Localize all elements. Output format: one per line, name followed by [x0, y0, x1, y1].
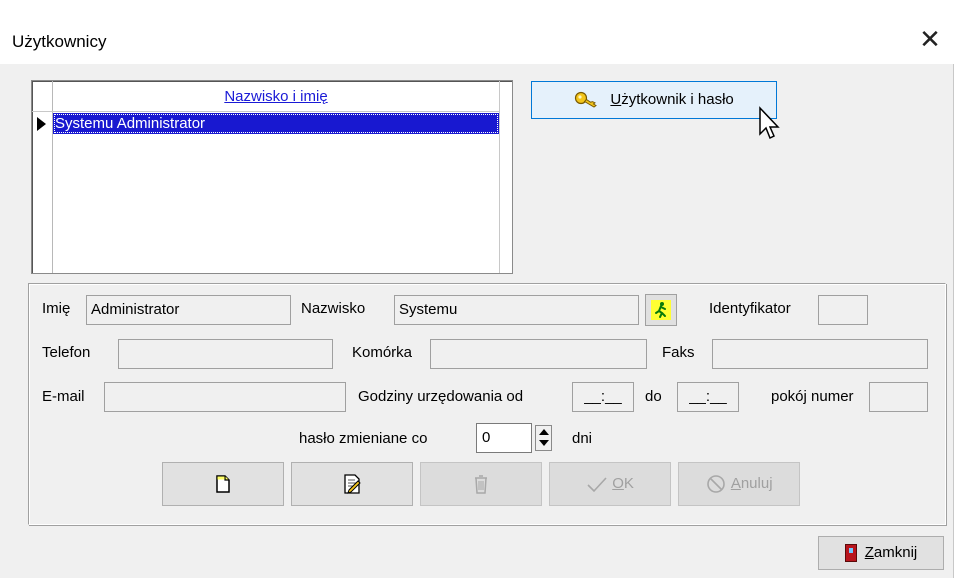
office-hours-to-field[interactable]: __:__ — [677, 382, 739, 412]
email-label: E-mail — [42, 388, 85, 405]
mobile-label: Komórka — [352, 344, 413, 361]
column-header-name[interactable]: Nazwisko i imię — [53, 88, 499, 105]
mouse-pointer-icon — [759, 106, 780, 140]
row-indicator-column — [32, 81, 53, 273]
password-change-days-spinner[interactable] — [535, 425, 552, 451]
title-bar: Użytkownicy ✕ — [0, 0, 954, 64]
password-change-label: hasło zmieniane co — [299, 430, 428, 447]
window-title: Użytkownicy — [12, 32, 107, 51]
edit-record-button[interactable] — [291, 462, 413, 506]
current-row-arrow-icon — [37, 117, 46, 131]
password-change-unit-label: dni — [572, 430, 593, 447]
new-record-button[interactable] — [162, 462, 284, 506]
last-name-label: Nazwisko — [301, 300, 366, 317]
spin-down-icon[interactable] — [539, 440, 549, 446]
delete-record-button[interactable] — [420, 462, 542, 506]
person-lookup-button[interactable] — [645, 294, 677, 326]
office-hours-from-field[interactable]: __:__ — [572, 382, 634, 412]
trash-icon — [475, 475, 487, 494]
door-icon — [844, 544, 857, 563]
mobile-field[interactable] — [430, 339, 647, 369]
close-button[interactable]: Zamknij — [818, 536, 944, 570]
identifier-label: Identyfikator — [709, 300, 791, 317]
last-name-field[interactable]: Systemu — [394, 295, 639, 325]
spin-up-icon[interactable] — [539, 429, 549, 435]
user-and-password-button[interactable]: Użytkownik i hasło — [531, 81, 777, 119]
close-icon[interactable]: ✕ — [916, 26, 944, 54]
phone-label: Telefon — [42, 344, 91, 361]
identifier-field[interactable] — [818, 295, 868, 325]
cancel-button[interactable]: Anuluj — [678, 462, 800, 506]
checkmark-icon — [587, 477, 607, 493]
phone-field[interactable] — [118, 339, 333, 369]
ok-button[interactable]: OK — [549, 462, 671, 506]
password-change-days-input[interactable]: 0 — [476, 423, 532, 453]
room-number-label: pokój numer — [771, 388, 854, 405]
key-icon — [575, 91, 598, 108]
edit-document-icon — [344, 474, 361, 494]
new-document-icon — [216, 475, 230, 493]
users-window: Użytkownicy ✕ Nazwisko i imię Systemu Ad… — [0, 0, 954, 578]
first-name-field[interactable]: Administrator — [86, 295, 291, 325]
running-person-icon — [655, 302, 666, 318]
room-number-field[interactable] — [869, 382, 928, 412]
fax-field[interactable] — [712, 339, 928, 369]
first-name-label: Imię — [42, 300, 71, 317]
cancel-icon — [707, 475, 726, 493]
office-hours-to-label: do — [645, 388, 662, 405]
table-row[interactable]: Systemu Administrator — [53, 113, 499, 134]
office-hours-from-label: Godziny urzędowania od — [358, 388, 524, 405]
users-grid[interactable]: Nazwisko i imię Systemu Administrator — [31, 80, 513, 274]
fax-label: Faks — [662, 344, 695, 361]
email-field[interactable] — [104, 382, 346, 412]
